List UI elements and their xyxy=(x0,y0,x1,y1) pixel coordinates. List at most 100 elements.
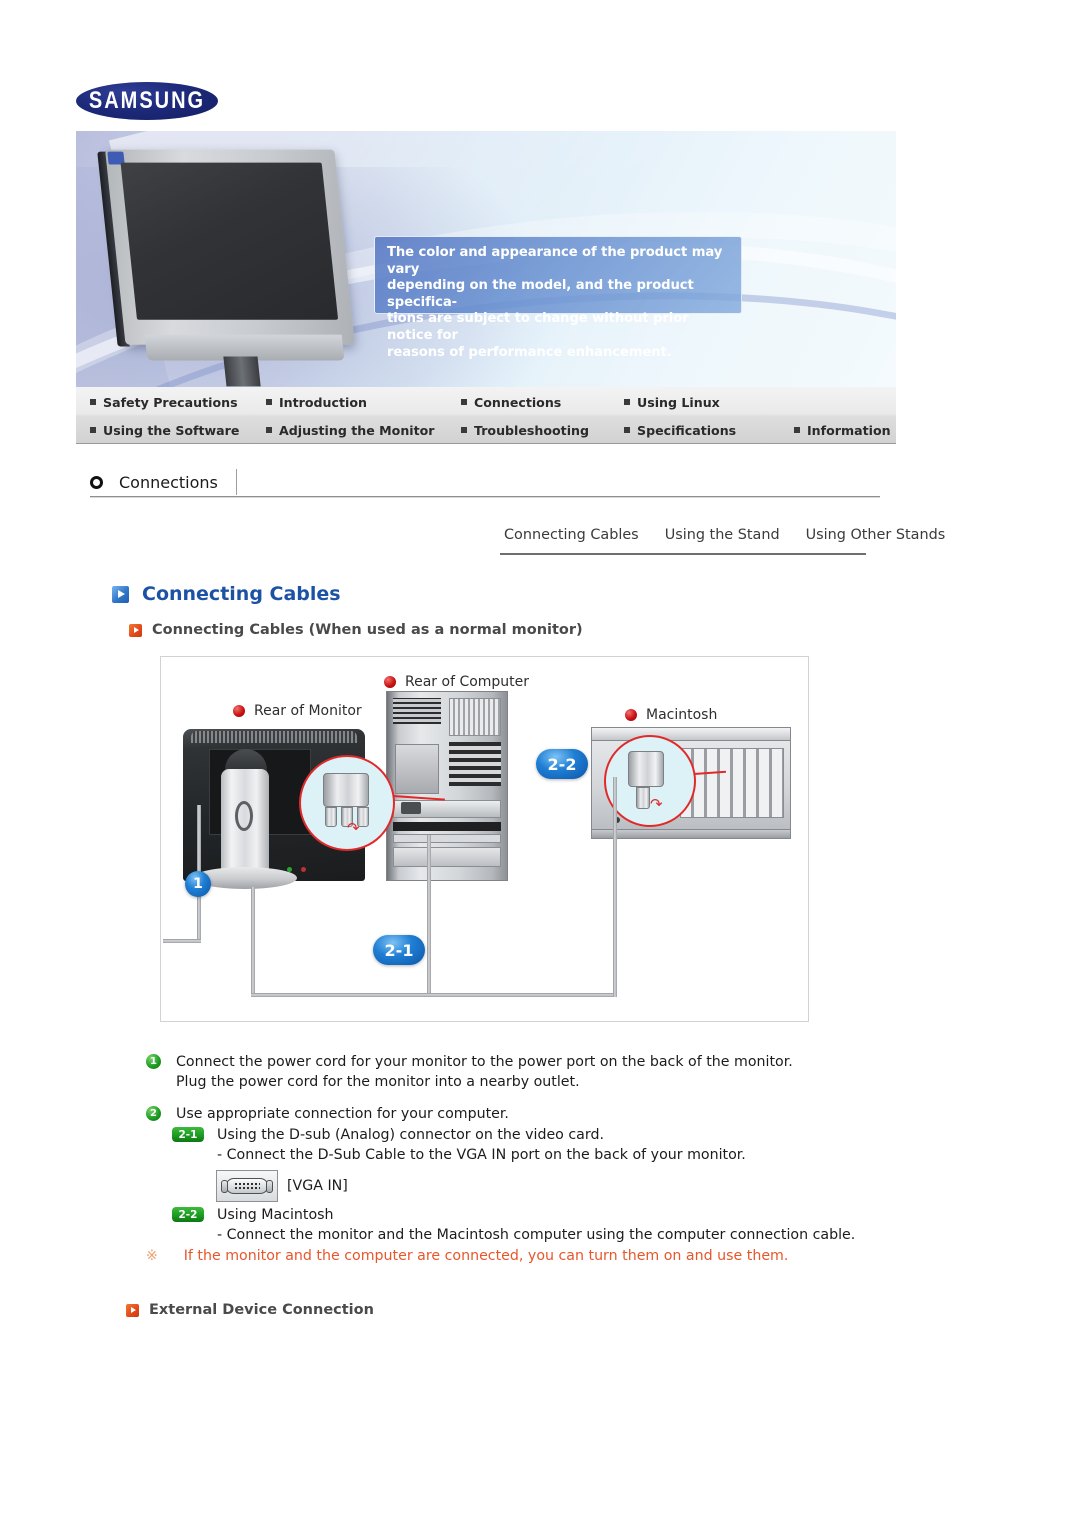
square-bullet-icon xyxy=(266,399,272,405)
mac-base xyxy=(591,829,791,839)
nav-item-safety-precautions[interactable]: Safety Precautions xyxy=(90,388,238,416)
step-line-2: Plug the power cord for the monitor into… xyxy=(176,1074,580,1090)
nav-item-label: Safety Precautions xyxy=(103,394,238,410)
magnifier-mac-connector: ↷ xyxy=(604,735,696,827)
note-text: If the monitor and the computer are conn… xyxy=(183,1248,789,1264)
tab-using-other-stands[interactable]: Using Other Stands xyxy=(802,527,950,550)
substep-text: Using the D-sub (Analog) connector on th… xyxy=(217,1125,746,1165)
page-title-text: Connecting Cables xyxy=(142,583,341,605)
vga-screw-left-icon xyxy=(221,1180,228,1193)
tab-connecting-cables[interactable]: Connecting Cables xyxy=(500,527,643,550)
nav-item-introduction[interactable]: Introduction xyxy=(266,388,367,416)
main-navigation-bar: Safety Precautions Introduction Connecti… xyxy=(76,387,896,444)
nav-item-specifications[interactable]: Specifications xyxy=(624,416,736,444)
disclaimer-line-4: reasons of performance enhancement. xyxy=(387,344,672,360)
nav-item-label: Using the Software xyxy=(103,422,240,438)
nav-item-connections[interactable]: Connections xyxy=(461,388,561,416)
nav-item-label: Information xyxy=(807,422,891,438)
orange-arrow-icon xyxy=(129,623,142,637)
samsung-wordmark: SAMSUNG xyxy=(88,87,206,114)
tab-using-the-stand[interactable]: Using the Stand xyxy=(661,527,784,550)
bottom-heading-text: External Device Connection xyxy=(149,1302,374,1318)
cable-monitor-vertical xyxy=(251,887,255,997)
substep-tag-badge: 2-1 xyxy=(172,1127,204,1142)
nav-item-label: Troubleshooting xyxy=(474,422,589,438)
square-bullet-icon xyxy=(266,427,272,433)
tower-drive-bays xyxy=(449,742,501,786)
step-number-badge: 1 xyxy=(146,1054,161,1069)
rotate-arrow-icon: ↷ xyxy=(650,796,663,813)
page-title: Connecting Cables xyxy=(112,583,341,605)
connection-diagram: Rear of Monitor Rear of Computer Macinto… xyxy=(160,656,809,1022)
nav-item-using-the-software[interactable]: Using the Software xyxy=(90,416,239,444)
tower-vent xyxy=(449,698,501,736)
square-bullet-icon xyxy=(461,399,467,405)
magnifier-dsub-connector: ↷ xyxy=(299,755,395,851)
nav-item-label: Specifications xyxy=(637,422,737,438)
orange-arrow-icon xyxy=(126,1303,139,1317)
vga-port-icon xyxy=(216,1170,278,1202)
instruction-list: 1 Connect the power cord for your monito… xyxy=(146,1052,856,1136)
vga-screw-right-icon xyxy=(266,1180,273,1193)
step-text: Connect the power cord for your monitor … xyxy=(176,1052,793,1092)
product-disclaimer-box: The color and appearance of the product … xyxy=(374,236,742,360)
nav-item-adjusting-the-monitor[interactable]: Adjusting the Monitor xyxy=(266,416,435,444)
tower-vga-port xyxy=(401,802,421,814)
nav-item-troubleshooting[interactable]: Troubleshooting xyxy=(461,416,589,444)
tower-bar-a xyxy=(393,822,501,831)
step-text: Use appropriate connection for your comp… xyxy=(176,1104,509,1124)
square-bullet-icon xyxy=(90,399,96,405)
diagram-label-text: Rear of Computer xyxy=(405,674,530,690)
red-dot-icon xyxy=(625,709,637,721)
dsub-plug-body xyxy=(323,773,369,807)
cable-power-horizontal xyxy=(163,939,201,943)
rotate-arrow-icon: ↷ xyxy=(347,820,360,837)
nav-row-1: Safety Precautions Introduction Connecti… xyxy=(76,388,896,416)
tower-bar-c xyxy=(393,847,501,867)
mac-plug-pin xyxy=(636,787,650,809)
blue-arrow-icon xyxy=(112,585,129,603)
sub-instruction-list: 2-1 Using the D-sub (Analog) connector o… xyxy=(172,1125,862,1169)
square-bullet-icon xyxy=(794,427,800,433)
cable-dsub-vertical xyxy=(427,835,431,997)
diagram-monitor-stand xyxy=(193,749,297,889)
monitor-rear-leds xyxy=(287,859,327,872)
square-bullet-icon xyxy=(461,427,467,433)
square-bullet-icon xyxy=(624,399,630,405)
disclaimer-line-3: tions are subject to change without prio… xyxy=(387,311,689,343)
monitor-neck xyxy=(223,356,261,387)
sub-instruction-2-2: 2-2 Using Macintosh - Connect the monito… xyxy=(172,1205,862,1245)
tower-bar-b xyxy=(393,834,501,843)
monitor-product-image xyxy=(97,149,373,387)
instruction-step-1: 1 Connect the power cord for your monito… xyxy=(146,1052,856,1092)
substep-line-1: Using Macintosh xyxy=(217,1207,334,1223)
diagram-label-rear-of-monitor: Rear of Monitor xyxy=(233,703,362,719)
ring-bullet-icon xyxy=(90,475,103,489)
nav-item-label: Adjusting the Monitor xyxy=(279,422,435,438)
samsung-logo: SAMSUNG xyxy=(76,82,218,120)
reference-mark-icon: ※ xyxy=(146,1248,158,1264)
tower-slot-block xyxy=(395,744,439,794)
diagram-computer-tower xyxy=(386,691,508,881)
nav-item-information[interactable]: Information xyxy=(794,416,891,444)
breadcrumb-divider xyxy=(235,469,237,495)
breadcrumb-rule xyxy=(90,496,880,498)
nav-item-label: Connections xyxy=(474,394,562,410)
disclaimer-line-1: The color and appearance of the product … xyxy=(387,245,723,277)
stand-cable-hole xyxy=(235,801,253,831)
red-dot-icon xyxy=(233,705,245,717)
sub-heading-text: Connecting Cables (When used as a normal… xyxy=(152,622,583,638)
mac-top-panel xyxy=(591,727,791,741)
cable-monitor-horizontal xyxy=(251,993,431,997)
monitor-screen xyxy=(120,162,339,320)
nav-item-label: Introduction xyxy=(279,394,367,410)
red-dot-icon xyxy=(384,676,396,688)
vga-connector-shell xyxy=(226,1178,268,1194)
monitor-vent-strip xyxy=(191,731,357,743)
substep-line-2: - Connect the monitor and the Macintosh … xyxy=(217,1227,856,1243)
sub-tab-bar: Connecting Cables Using the Stand Using … xyxy=(500,527,949,550)
sub-tab-rule xyxy=(500,553,866,555)
nav-item-using-linux[interactable]: Using Linux xyxy=(624,388,720,416)
note-line: ※ If the monitor and the computer are co… xyxy=(146,1246,788,1266)
sub-instruction-list-2: 2-2 Using Macintosh - Connect the monito… xyxy=(172,1205,862,1249)
